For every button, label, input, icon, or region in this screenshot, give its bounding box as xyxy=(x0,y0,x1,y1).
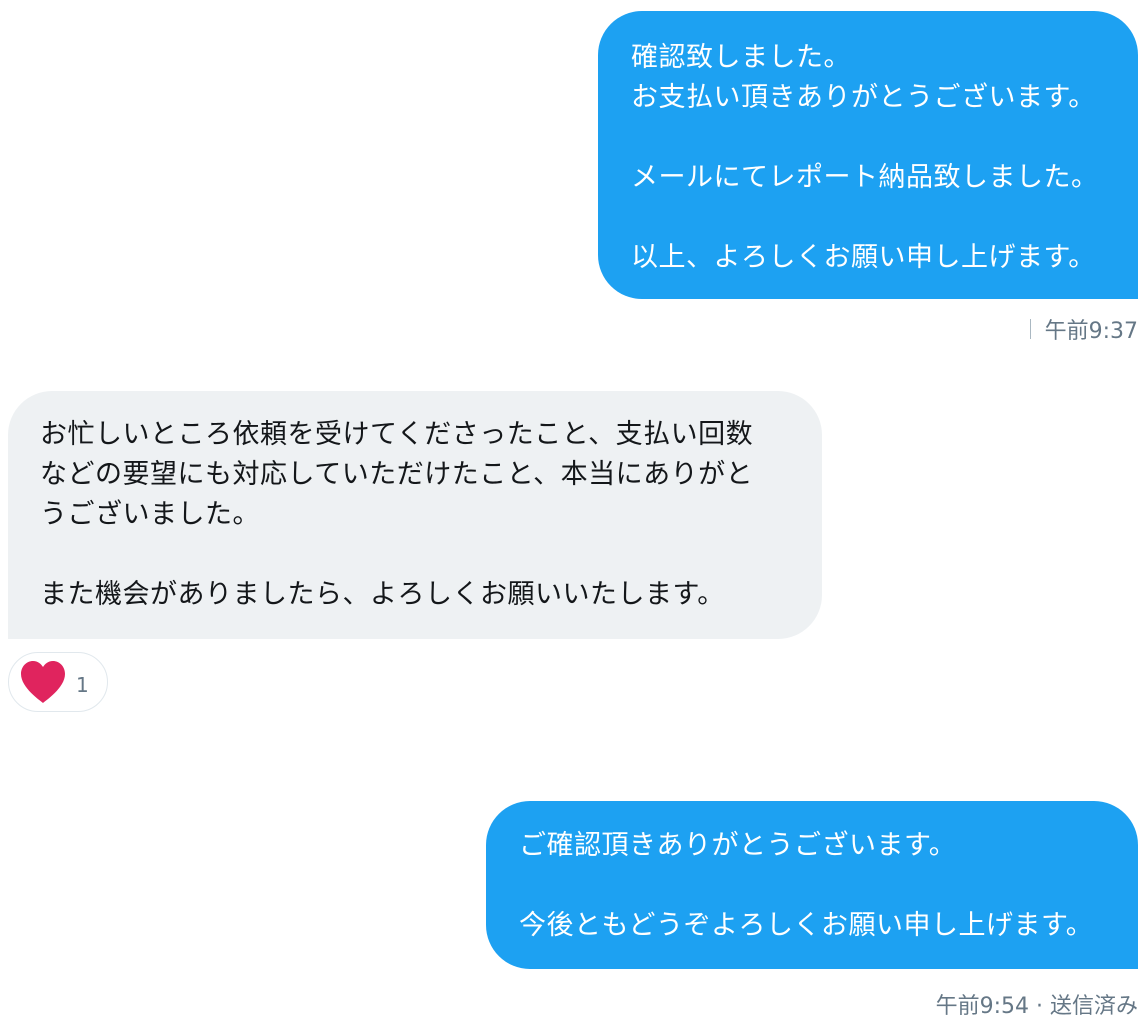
timestamp-text: 午前9:37 xyxy=(1044,319,1138,344)
sent-message-bubble[interactable]: ご確認頂きありがとうございます。 今後ともどうぞよろしくお願い申し上げます。 xyxy=(486,801,1138,969)
heart-icon xyxy=(21,661,65,703)
reaction-count: 1 xyxy=(76,673,89,697)
received-message-bubble[interactable]: お忙しいところ依頼を受けてくださったこと、支払い回数 などの要望にも対応していた… xyxy=(8,391,822,639)
message-text: ご確認頂きありがとうございます。 今後ともどうぞよろしくお願い申し上げます。 xyxy=(519,830,1094,941)
reaction-badge[interactable]: 1 xyxy=(8,652,108,712)
message-timestamp: 午前9:37 xyxy=(1029,313,1138,345)
sent-message-bubble[interactable]: 確認致しました。 お支払い頂きありがとうございます。 メールにてレポート納品致し… xyxy=(598,11,1138,299)
timestamp-text: 午前9:54 · 送信済み xyxy=(935,994,1138,1019)
timestamp-divider xyxy=(1029,319,1031,339)
message-text: お忙しいところ依頼を受けてくださったこと、支払い回数 などの要望にも対応していた… xyxy=(40,419,754,610)
message-timestamp: 午前9:54 · 送信済み xyxy=(936,988,1138,1020)
message-text: 確認致しました。 お支払い頂きありがとうございます。 メールにてレポート納品致し… xyxy=(631,42,1099,273)
